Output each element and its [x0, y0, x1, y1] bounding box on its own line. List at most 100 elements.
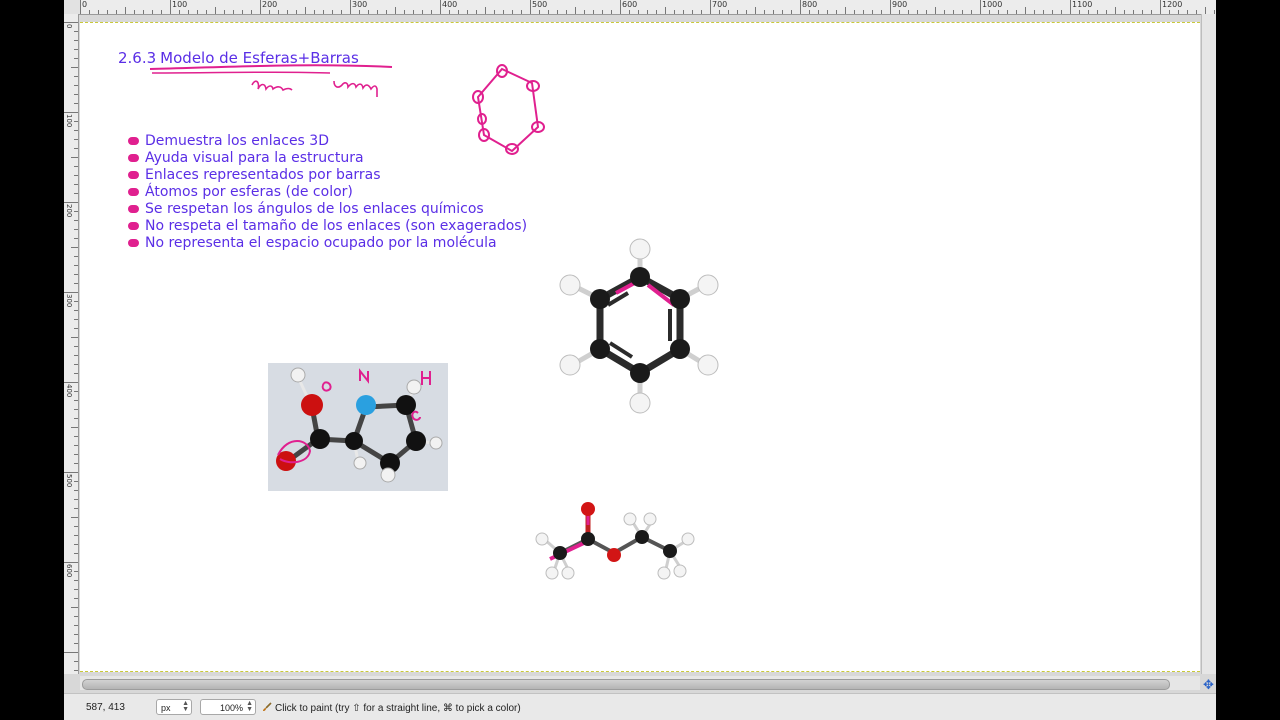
ruler-tick — [566, 10, 567, 14]
ruler-tick — [107, 10, 108, 14]
ruler-tick — [74, 616, 78, 617]
ruler-tick — [74, 436, 78, 437]
ruler-tick — [1178, 10, 1179, 14]
ruler-tick — [74, 463, 78, 464]
hand-drawn-ring — [472, 64, 545, 155]
unit-selector[interactable]: px ▲ ▼ — [156, 699, 192, 715]
horizontal-scrollbar[interactable] — [80, 676, 1200, 690]
ruler-tick — [251, 10, 252, 14]
ruler-tick — [1088, 10, 1089, 14]
ruler-tick — [854, 10, 855, 14]
ruler-tick — [953, 10, 954, 14]
ruler-tick — [341, 10, 342, 14]
ruler-tick — [755, 7, 756, 14]
vertical-ruler[interactable]: 0 100 200 300 400 500 600 — [64, 14, 79, 674]
ester-model — [535, 502, 695, 580]
ruler-tick — [647, 10, 648, 14]
ruler-tick — [197, 10, 198, 14]
ruler-label: 600 — [65, 564, 73, 578]
ruler-tick — [64, 112, 78, 113]
ruler-tick — [233, 10, 234, 14]
ruler-tick — [161, 10, 162, 14]
ruler-tick — [1151, 10, 1152, 14]
ruler-tick — [494, 10, 495, 14]
ruler-tick — [737, 10, 738, 14]
ruler-tick — [539, 10, 540, 14]
status-bar: 587, 413 px ▲ ▼ 100% ▲ ▼ Click to paint (t… — [64, 693, 1216, 720]
ruler-tick — [656, 10, 657, 14]
ruler-tick — [152, 10, 153, 14]
zoom-selector[interactable]: 100% ▲ ▼ — [200, 699, 256, 715]
ruler-tick — [998, 10, 999, 14]
horizontal-ruler[interactable]: 0 100 200 300 400 500 600 700 800 900 1000 1100 1200 — [80, 0, 1216, 15]
ruler-tick — [179, 10, 180, 14]
ruler-label: 400 — [65, 384, 73, 398]
ruler-label: 0 — [82, 0, 88, 9]
ruler-tick — [350, 0, 351, 14]
ruler-tick — [314, 10, 315, 14]
navigate-crosshair-icon[interactable]: ✥ — [1202, 678, 1215, 691]
ruler-tick — [74, 400, 78, 401]
ruler-tick — [74, 373, 78, 374]
ruler-tick — [64, 292, 78, 293]
ruler-tick — [206, 10, 207, 14]
ruler-tick — [557, 10, 558, 14]
ruler-tick — [74, 535, 78, 536]
ruler-tick — [1052, 10, 1053, 14]
ruler-tick — [1196, 10, 1197, 14]
vertical-scrollbar[interactable] — [1201, 14, 1216, 674]
ruler-tick — [89, 10, 90, 14]
ruler-label: 500 — [532, 0, 548, 9]
ruler-tick — [287, 10, 288, 14]
ruler-tick — [64, 202, 78, 203]
ruler-tick — [701, 10, 702, 14]
ruler-tick — [1169, 10, 1170, 14]
ruler-label: 300 — [65, 294, 73, 308]
ruler-tick — [1115, 7, 1116, 14]
ruler-tick — [74, 580, 78, 581]
ruler-tick — [71, 157, 78, 158]
ruler-tick — [74, 661, 78, 662]
ruler-tick — [74, 328, 78, 329]
ruler-tick — [719, 10, 720, 14]
ruler-tick — [890, 0, 891, 14]
ruler-tick — [368, 10, 369, 14]
ruler-corner[interactable] — [64, 0, 81, 15]
ruler-tick — [74, 139, 78, 140]
ruler-tick — [926, 10, 927, 14]
ruler-tick — [74, 229, 78, 230]
ruler-label: 200 — [65, 204, 73, 218]
ruler-tick — [74, 319, 78, 320]
ruler-tick — [74, 481, 78, 482]
zoom-spinner-icon: ▲ ▼ — [246, 700, 253, 713]
ruler-tick — [74, 391, 78, 392]
ruler-tick — [476, 10, 477, 14]
ruler-tick — [64, 472, 78, 473]
ruler-tick — [74, 175, 78, 176]
drawing-canvas[interactable]: 2.6.3 Modelo de Esferas+Barras Demuestra … — [80, 22, 1200, 672]
ruler-tick — [980, 0, 981, 14]
ruler-tick — [764, 10, 765, 14]
ruler-tick — [74, 418, 78, 419]
ruler-tick — [74, 598, 78, 599]
ruler-tick — [1124, 10, 1125, 14]
ruler-tick — [71, 607, 78, 608]
ruler-label: 100 — [65, 114, 73, 128]
ruler-tick — [74, 310, 78, 311]
ruler-tick — [908, 10, 909, 14]
ruler-tick — [665, 7, 666, 14]
ruler-tick — [440, 0, 441, 14]
ruler-tick — [74, 274, 78, 275]
ruler-label: 400 — [442, 0, 458, 9]
ruler-tick — [74, 211, 78, 212]
ruler-tick — [71, 337, 78, 338]
ruler-tick — [845, 7, 846, 14]
ruler-tick — [143, 10, 144, 14]
ruler-tick — [134, 10, 135, 14]
ruler-tick — [1034, 10, 1035, 14]
ruler-tick — [1133, 10, 1134, 14]
ruler-tick — [881, 10, 882, 14]
ruler-tick — [116, 10, 117, 14]
horizontal-scrollbar-thumb[interactable] — [82, 679, 1170, 690]
ruler-tick — [98, 10, 99, 14]
